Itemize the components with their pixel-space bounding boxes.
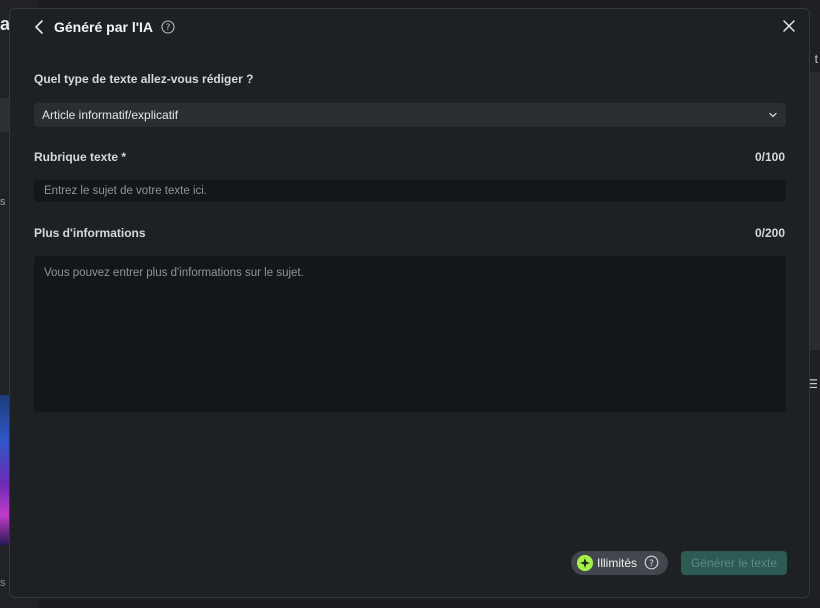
back-arrow-icon[interactable] [32,18,48,36]
background-panel-band [810,72,820,350]
more-info-label: Plus d'informations [34,226,146,240]
ai-generate-dialog: Généré par l'IA ? Quel type de texte all… [9,8,810,598]
unlimited-label: Illimités [597,556,638,570]
text-type-value: Article informatif/explicatif [42,108,179,122]
topic-placeholder: Entrez le sujet de votre texte ici. [44,185,207,197]
text-type-select[interactable]: Article informatif/explicatif [34,103,786,127]
sparkle-icon [577,555,593,571]
background-text-fragment: t [814,52,818,66]
more-info-textarea[interactable]: Vous pouvez entrer plus d'informations s… [34,256,786,412]
unlimited-credits-badge[interactable]: Illimités ? [571,551,668,575]
more-info-placeholder: Vous pouvez entrer plus d'informations s… [44,267,304,279]
more-info-char-counter: 0/200 [754,226,785,240]
help-icon[interactable]: ? [644,555,659,570]
svg-text:?: ? [166,23,171,33]
chevron-down-icon [769,112,777,118]
dialog-header: Généré par l'IA ? [10,9,809,45]
text-type-label: Quel type de texte allez-vous rédiger ? [34,72,254,86]
svg-text:?: ? [649,559,654,569]
generate-text-button[interactable]: Générer le texte [681,551,787,575]
background-text-fragment: s [0,577,6,589]
topic-input[interactable]: Entrez le sujet de votre texte ici. [34,180,786,202]
topic-label: Rubrique texte * [34,150,127,164]
help-icon[interactable]: ? [161,20,175,34]
background-text-fragment: s [0,196,6,208]
dialog-title: Généré par l'IA [54,19,154,35]
topic-char-counter: 0/100 [754,150,785,164]
close-icon[interactable] [781,18,797,34]
